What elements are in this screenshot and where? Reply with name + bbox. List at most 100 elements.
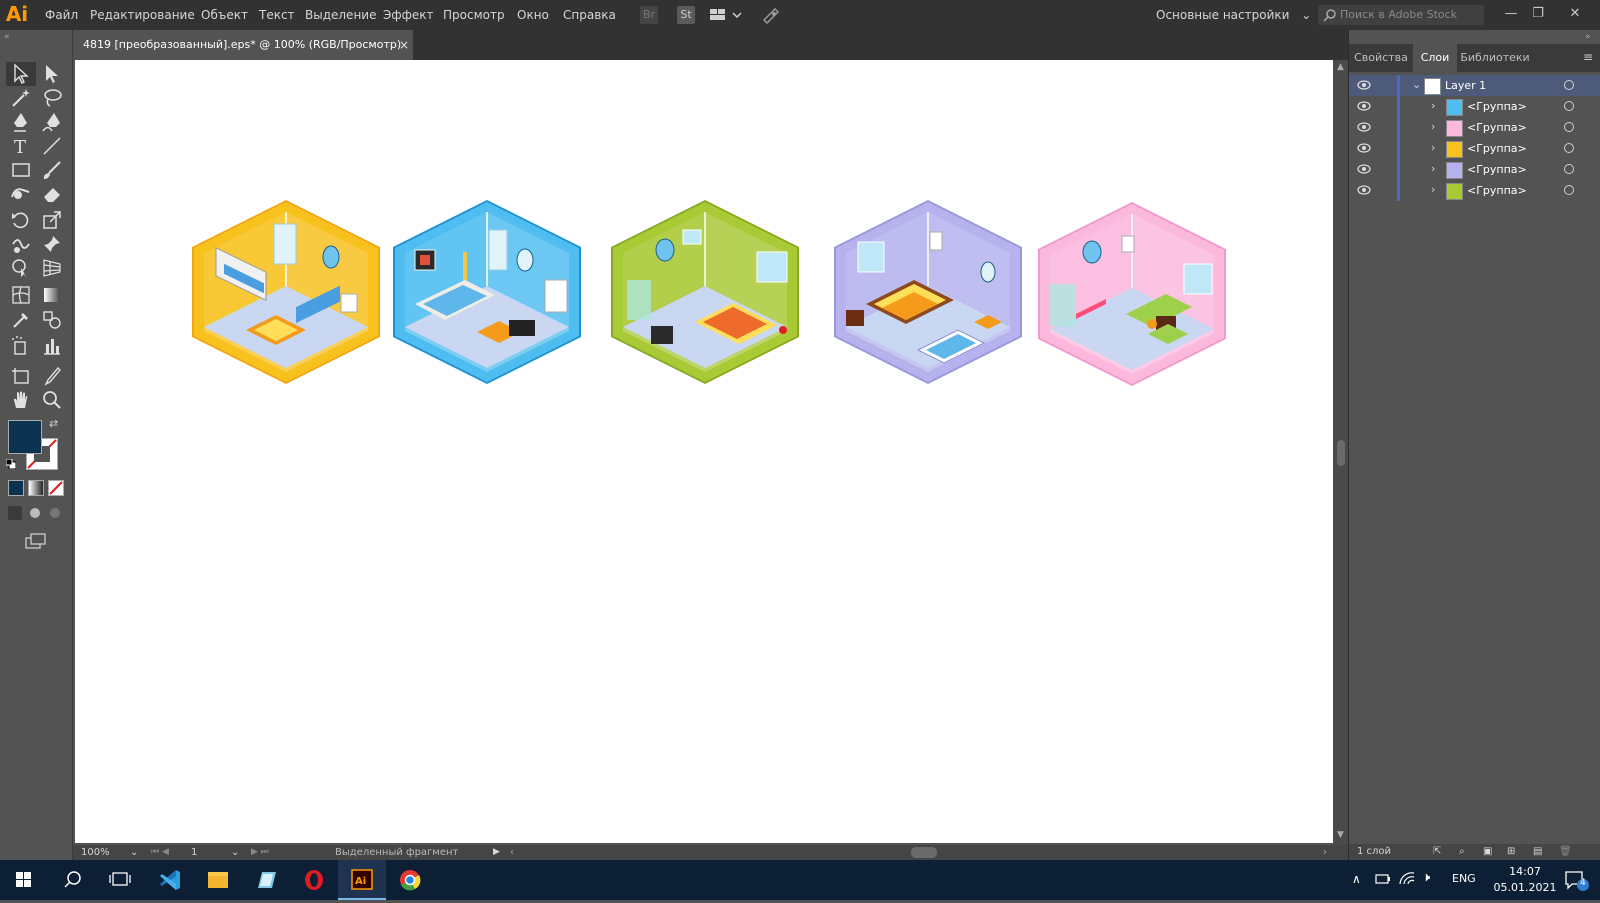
notes-app-taskbar-button[interactable] [242,860,290,900]
layer-target-icon[interactable] [1564,164,1574,174]
hand-tool[interactable] [9,388,33,412]
locate-object-icon[interactable]: ⌕ [1459,844,1465,860]
minimize-button[interactable]: — [1500,4,1522,24]
eyedropper-tool[interactable] [9,308,33,332]
column-graph-tool[interactable] [40,334,64,358]
gpu-performance-button[interactable] [761,6,781,25]
eye-icon[interactable] [1357,142,1371,154]
scroll-left-icon[interactable]: ‹ [510,845,514,860]
wifi-icon[interactable] [1398,871,1416,890]
default-colors-icon[interactable] [5,458,17,470]
start-button[interactable] [0,860,48,900]
paintbrush-tool[interactable] [40,158,64,182]
direct-selection-tool[interactable] [40,62,64,86]
line-tool[interactable] [40,134,64,158]
menu-object[interactable]: Объект [201,0,248,30]
status-menu-icon[interactable]: ▶ [493,845,500,860]
document-tab[interactable]: 4819 [преобразованный].eps* @ 100% (RGB/… [73,30,413,60]
volume-muted-icon[interactable]: 🕨 [1422,870,1430,885]
panel-menu-icon[interactable]: ≡ [1583,50,1593,64]
eye-icon[interactable] [1357,163,1371,175]
artboard-dropdown-icon[interactable]: ⌄ [231,845,239,860]
chevron-right-icon[interactable]: › [1431,141,1435,154]
vscode-taskbar-button[interactable] [146,860,194,900]
eye-icon[interactable] [1357,100,1371,112]
chevron-right-icon[interactable]: › [1431,162,1435,175]
chevron-right-icon[interactable]: › [1431,183,1435,196]
artboard-tool[interactable] [9,364,33,388]
draw-normal-button[interactable] [8,506,22,520]
battery-icon[interactable] [1374,871,1392,890]
stock-button[interactable]: St [677,6,695,24]
eraser-tool[interactable] [40,182,64,206]
lasso-tool[interactable] [40,86,64,110]
shape-builder-tool[interactable] [9,256,33,280]
zoom-dropdown-icon[interactable]: ⌄ [130,845,138,860]
slice-tool[interactable] [40,364,64,388]
pen-tool[interactable] [9,110,33,134]
document-tab-close-button[interactable]: × [399,30,409,60]
eye-icon[interactable] [1357,121,1371,133]
arrange-documents-button[interactable] [709,7,745,23]
layer-row-group-1[interactable]: › <Группа> [1349,96,1600,117]
layer-row-group-5[interactable]: › <Группа> [1349,180,1600,201]
new-layer-icon[interactable]: ▤ [1533,844,1542,860]
zoom-level-field[interactable]: 100% [81,845,131,860]
menu-file[interactable]: Файл [45,0,78,30]
menu-edit[interactable]: Редактирование [90,0,195,30]
search-taskbar-button[interactable] [48,860,96,900]
group-name[interactable]: <Группа> [1467,138,1527,159]
selection-tool[interactable] [9,62,33,86]
chevron-right-icon[interactable]: › [1431,120,1435,133]
perspective-grid-tool[interactable] [40,256,64,280]
group-name[interactable]: <Группа> [1467,96,1527,117]
illustrator-taskbar-button[interactable]: Ai [338,860,386,900]
color-mode-button[interactable] [8,480,24,496]
layer-row-group-4[interactable]: › <Группа> [1349,159,1600,180]
layer-name[interactable]: Layer 1 [1445,75,1486,96]
bridge-button[interactable]: Br [640,6,658,24]
eye-icon[interactable] [1357,79,1371,91]
artboard[interactable] [75,60,1333,843]
new-sublayer-icon[interactable]: ⊞ [1507,844,1515,860]
layer-target-icon[interactable] [1564,122,1574,132]
rectangle-tool[interactable] [9,158,33,182]
layer-row-group-3[interactable]: › <Группа> [1349,138,1600,159]
close-window-button[interactable]: ✕ [1564,4,1586,24]
curvature-tool[interactable] [40,110,64,134]
workspace-switcher[interactable]: Основные настройки ⌄ [1156,6,1311,26]
layer-row-layer-1[interactable]: ⌄ Layer 1 [1349,75,1600,96]
stock-search-input[interactable]: Поиск в Adobe Stock [1318,5,1484,25]
magic-wand-tool[interactable] [9,86,33,110]
swap-fill-stroke-icon[interactable]: ⇄ [49,417,58,430]
rotate-tool[interactable] [9,208,33,232]
system-clock[interactable]: 14:07 05.01.2021 [1490,864,1560,896]
group-name[interactable]: <Группа> [1467,159,1527,180]
trash-icon[interactable]: 🗑 [1559,844,1572,860]
chevron-down-icon[interactable]: ⌄ [1412,78,1421,91]
zoom-tool[interactable] [40,388,64,412]
group-name[interactable]: <Группа> [1467,117,1527,138]
restore-button[interactable]: ❐ [1527,4,1549,24]
scroll-right-icon[interactable]: › [1323,845,1327,860]
layer-target-icon[interactable] [1564,143,1574,153]
scale-tool[interactable] [40,208,64,232]
none-mode-button[interactable] [48,480,64,496]
warp-tool[interactable] [9,232,33,256]
gradient-mode-button[interactable] [28,480,44,496]
blend-tool[interactable] [40,308,64,332]
tab-libraries[interactable]: Библиотеки [1457,44,1533,72]
clipping-mask-icon[interactable]: ▣ [1483,844,1492,860]
gradient-tool[interactable] [40,283,64,307]
scroll-down-icon[interactable]: ▼ [1337,830,1344,840]
symbol-sprayer-tool[interactable] [9,334,33,358]
menu-window[interactable]: Окно [517,0,549,30]
mesh-tool[interactable] [9,283,33,307]
action-center-button[interactable]: 4 [1562,868,1590,892]
layer-row-group-2[interactable]: › <Группа> [1349,117,1600,138]
group-name[interactable]: <Группа> [1467,180,1527,201]
draw-inside-button[interactable] [48,506,62,520]
shaper-tool[interactable] [9,182,33,206]
menu-text[interactable]: Текст [259,0,295,30]
tab-properties[interactable]: Свойства [1349,44,1413,72]
